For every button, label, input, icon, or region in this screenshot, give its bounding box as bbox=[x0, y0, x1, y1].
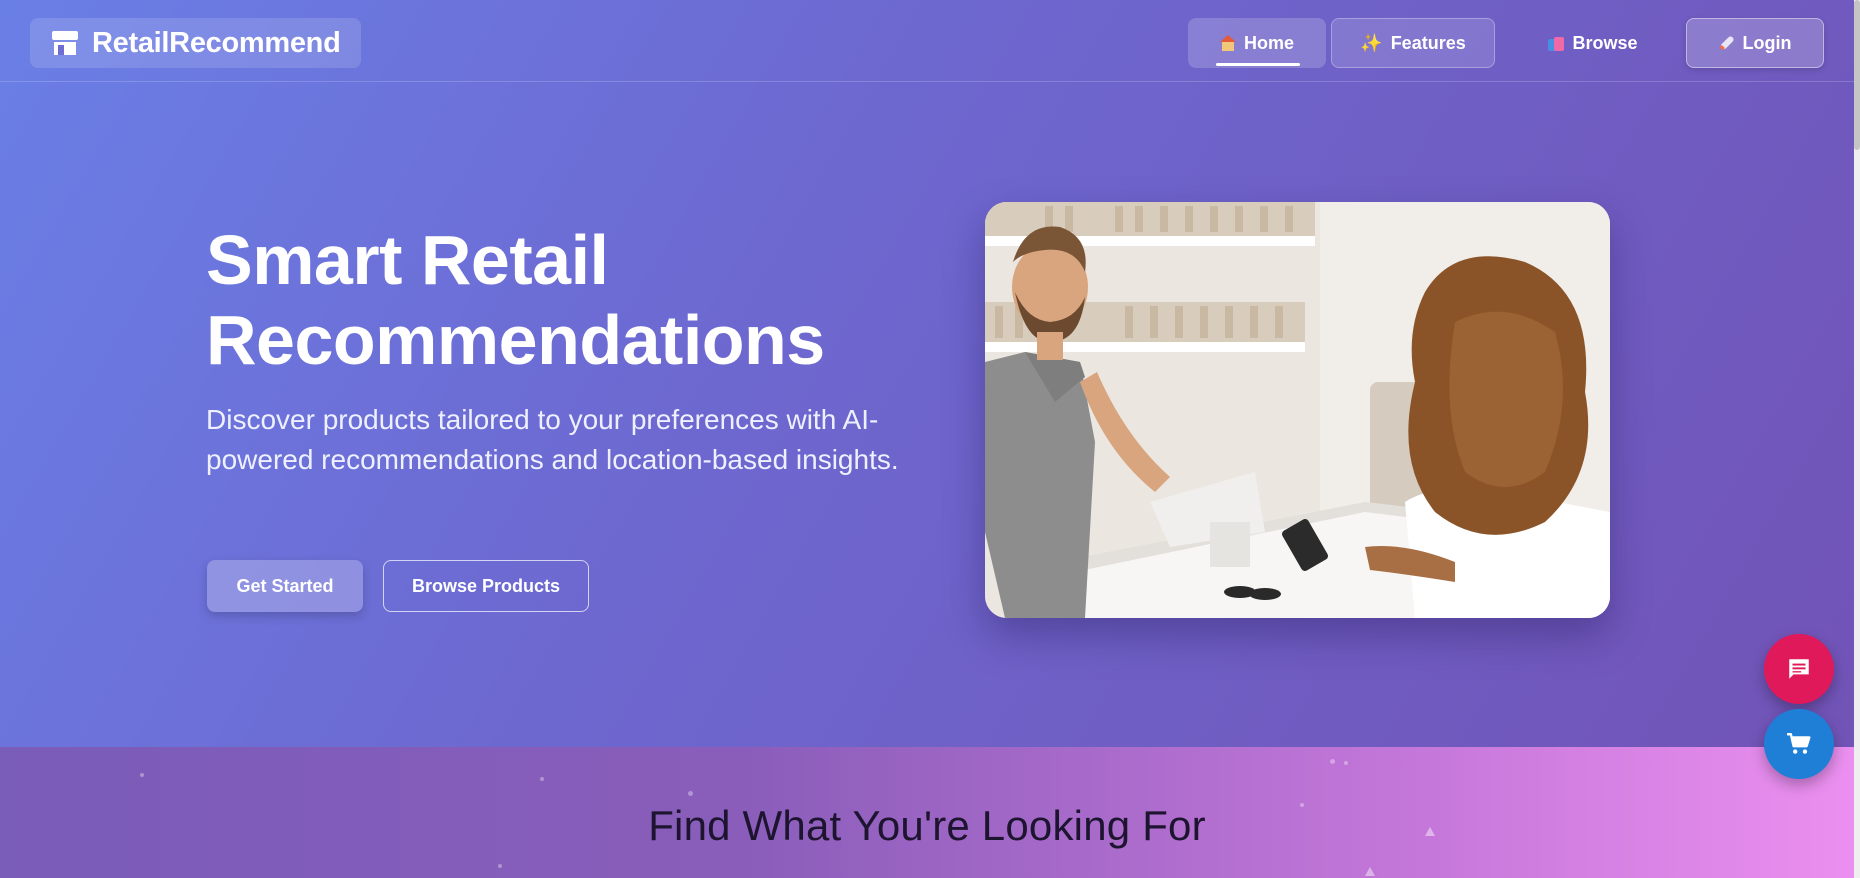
browse-products-button[interactable]: Browse Products bbox=[383, 560, 589, 612]
get-started-button[interactable]: Get Started bbox=[207, 560, 363, 612]
nav-login-label: Login bbox=[1742, 32, 1792, 53]
decorative-particle bbox=[498, 864, 502, 868]
section-title: Find What You're Looking For bbox=[648, 802, 1206, 849]
page: RetailRecommend Home ✨ Features Browse L… bbox=[0, 0, 1854, 878]
nav-login-button[interactable]: Login bbox=[1686, 18, 1824, 68]
vertical-scrollbar[interactable] bbox=[1854, 0, 1860, 878]
nav-features-label: Features bbox=[1390, 32, 1466, 53]
decorative-particle bbox=[540, 777, 544, 781]
checkout-scene-illustration bbox=[985, 202, 1610, 618]
brand-name: RetailRecommend bbox=[92, 26, 341, 59]
hero-title: Smart Retail Recommendations bbox=[206, 220, 926, 380]
shopping-bags-icon bbox=[1548, 35, 1565, 51]
decorative-particle bbox=[1344, 761, 1348, 765]
hero-title-line-1: Smart Retail bbox=[206, 221, 609, 299]
nav-features-button[interactable]: ✨ Features bbox=[1331, 18, 1495, 68]
nav-home-label: Home bbox=[1243, 32, 1294, 53]
decorative-particle bbox=[1330, 759, 1335, 764]
nav-home-button[interactable]: Home bbox=[1188, 18, 1326, 68]
chat-icon bbox=[1789, 659, 1809, 679]
decorative-particle bbox=[688, 791, 693, 796]
top-navigation-bar: RetailRecommend Home ✨ Features Browse L… bbox=[0, 2, 1854, 82]
nav-browse-label: Browse bbox=[1572, 32, 1638, 53]
hero-image bbox=[985, 202, 1610, 618]
active-tab-indicator bbox=[1216, 63, 1300, 66]
chat-fab-button[interactable] bbox=[1764, 634, 1834, 704]
cart-fab-button[interactable] bbox=[1764, 709, 1834, 779]
house-icon bbox=[1219, 35, 1236, 51]
hero-subtitle: Discover products tailored to your prefe… bbox=[206, 404, 899, 475]
storefront-icon bbox=[52, 31, 78, 55]
nav-browse-button[interactable]: Browse bbox=[1530, 18, 1656, 68]
hero-title-line-2: Recommendations bbox=[206, 301, 825, 379]
sparkles-icon: ✨ bbox=[1360, 32, 1383, 53]
decorative-particle bbox=[140, 773, 144, 777]
brand-logo[interactable]: RetailRecommend bbox=[30, 18, 361, 68]
rocket-icon bbox=[1715, 32, 1738, 55]
decorative-particle bbox=[1365, 867, 1375, 876]
cart-icon bbox=[1787, 733, 1811, 754]
scrollbar-thumb[interactable] bbox=[1854, 0, 1860, 150]
